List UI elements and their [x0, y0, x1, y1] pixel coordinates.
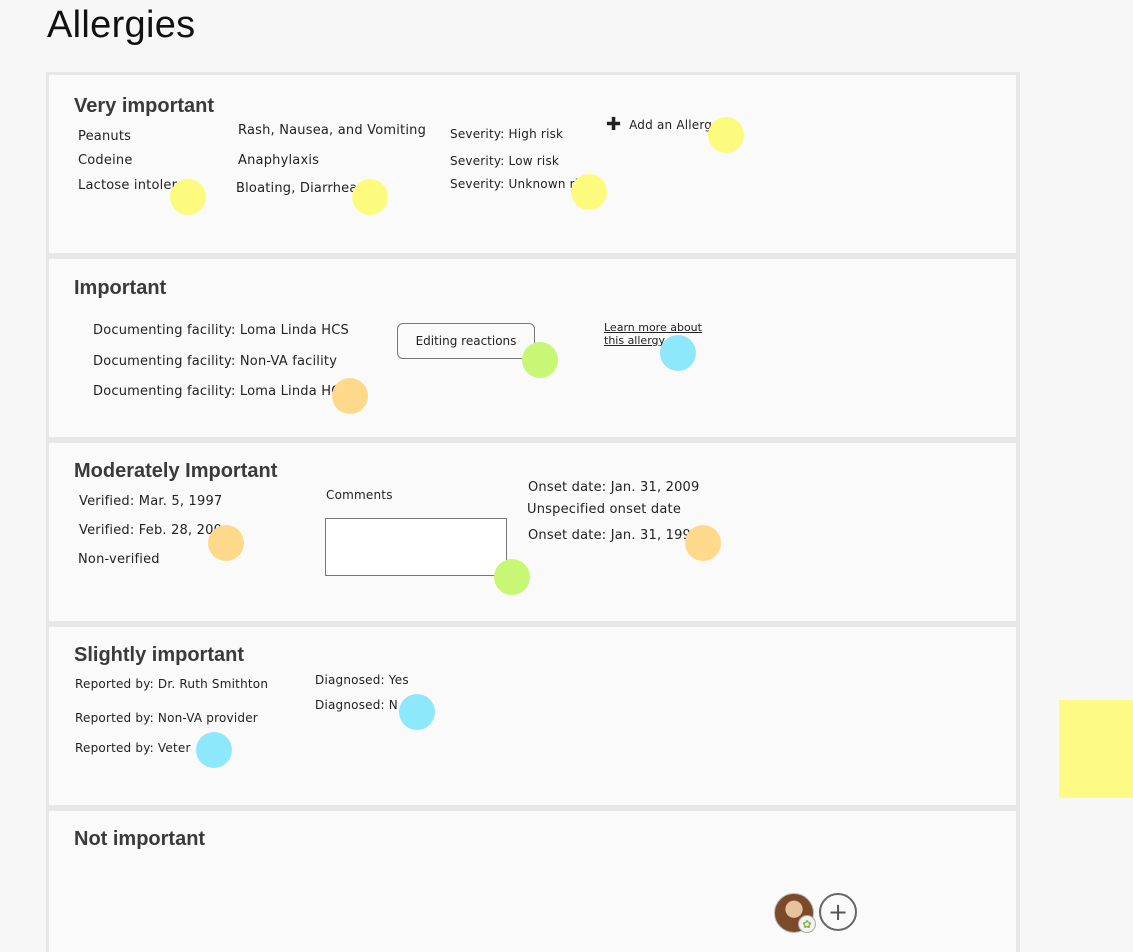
add-allergy-label: Add an Allerg — [629, 118, 713, 132]
severity-item[interactable]: Severity: Unknown ri — [450, 177, 578, 191]
verification-item[interactable]: Verified: Feb. 28, 200 — [79, 523, 222, 538]
reported-by-item[interactable]: Reported by: Veter — [75, 741, 191, 755]
section-title: Not important — [74, 828, 206, 850]
allergen-item[interactable]: Peanuts — [78, 129, 131, 144]
editing-reactions-button[interactable]: Editing reactions — [397, 323, 535, 359]
star-icon: ✿ — [798, 915, 816, 933]
section-very-important: Very important Peanuts Codeine Lactose i… — [49, 75, 1016, 253]
orange-dot-marker[interactable] — [332, 378, 368, 414]
section-title: Important — [74, 277, 167, 299]
learn-more-line: Learn more about — [604, 321, 702, 334]
add-participant-button[interactable]: + — [819, 893, 857, 931]
plus-icon: ✚ — [606, 114, 622, 135]
section-title: Moderately Important — [74, 460, 278, 482]
diagnosed-item[interactable]: Diagnosed: Yes — [315, 673, 409, 687]
reaction-item[interactable]: Rash, Nausea, and Vomiting — [238, 123, 426, 138]
page-title: Allergies — [47, 4, 196, 46]
onset-item[interactable]: Onset date: Jan. 31, 2009 — [528, 480, 700, 495]
sticky-note[interactable] — [1059, 700, 1133, 798]
allergen-item[interactable]: Codeine — [78, 153, 133, 168]
plus-icon: + — [827, 898, 849, 926]
section-not-important: Not important — [49, 811, 1016, 952]
yellow-dot-marker[interactable] — [571, 174, 607, 210]
add-allergy-button[interactable]: ✚ Add an Allerg — [606, 116, 712, 134]
diagnosed-item[interactable]: Diagnosed: N — [315, 698, 398, 712]
comments-label: Comments — [326, 488, 393, 502]
reported-by-item[interactable]: Reported by: Non-VA provider — [75, 711, 258, 725]
blue-dot-marker[interactable] — [196, 732, 232, 768]
yellow-dot-marker[interactable] — [170, 179, 206, 215]
facility-item[interactable]: Documenting facility: Loma Linda HCS — [93, 323, 349, 338]
facility-item[interactable]: Documenting facility: Loma Linda HCS — [93, 384, 349, 399]
severity-item[interactable]: Severity: Low risk — [450, 154, 559, 168]
verification-item[interactable]: Verified: Mar. 5, 1997 — [79, 494, 222, 509]
blue-dot-marker[interactable] — [660, 335, 696, 371]
reaction-item[interactable]: Anaphylaxis — [238, 153, 319, 168]
yellow-dot-marker[interactable] — [352, 179, 388, 215]
facility-item[interactable]: Documenting facility: Non-VA facility — [93, 354, 337, 369]
orange-dot-marker[interactable] — [208, 525, 244, 561]
comments-field[interactable] — [325, 518, 507, 576]
verification-item[interactable]: Non-verified — [78, 552, 160, 567]
blue-dot-marker[interactable] — [399, 694, 435, 730]
section-title: Very important — [74, 95, 215, 117]
section-slightly-important: Slightly important Reported by: Dr. Ruth… — [49, 627, 1016, 805]
green-dot-marker[interactable] — [522, 342, 558, 378]
green-dot-marker[interactable] — [494, 559, 530, 595]
priority-board: Very important Peanuts Codeine Lactose i… — [46, 72, 1020, 952]
yellow-dot-marker[interactable] — [708, 117, 744, 153]
section-important: Important Documenting facility: Loma Lin… — [49, 259, 1016, 437]
orange-dot-marker[interactable] — [685, 525, 721, 561]
severity-item[interactable]: Severity: High risk — [450, 127, 563, 141]
reported-by-item[interactable]: Reported by: Dr. Ruth Smithton — [75, 677, 268, 691]
reaction-item[interactable]: Bloating, Diarrhea — [236, 181, 358, 196]
onset-item[interactable]: Onset date: Jan. 31, 199 — [528, 528, 691, 543]
onset-item[interactable]: Unspecified onset date — [527, 502, 681, 517]
allergen-item[interactable]: Lactose intoler — [78, 178, 177, 193]
section-title: Slightly important — [74, 644, 244, 666]
section-moderately-important: Moderately Important Verified: Mar. 5, 1… — [49, 443, 1016, 621]
